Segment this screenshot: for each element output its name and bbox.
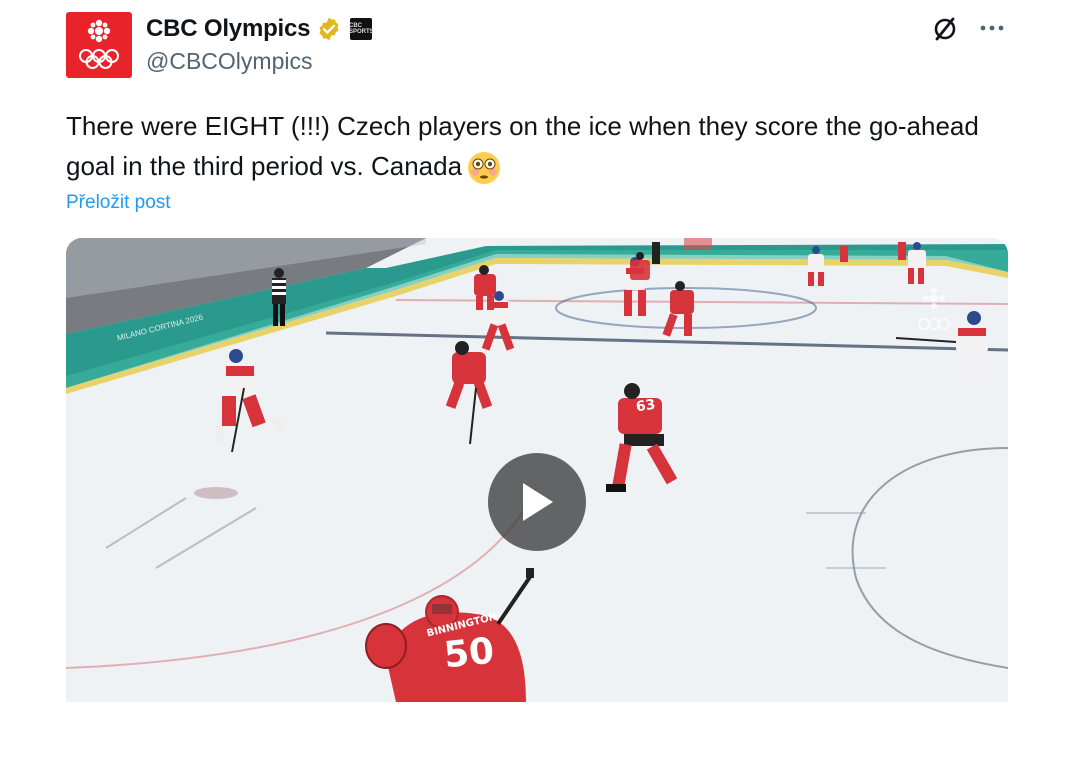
affiliate-badge-text: CBC SPORTS [348,23,374,35]
flushed-face-emoji-icon [468,152,501,185]
more-icon[interactable] [977,16,1007,40]
goalie-number-text: 50 [441,630,497,677]
verified-badge-icon[interactable] [316,16,342,42]
player-number-text: 63 [634,396,657,416]
play-button[interactable] [488,453,586,551]
tweet-body: There were EIGHT (!!!) Czech players on … [66,111,979,181]
play-icon [523,483,553,521]
affiliate-badge-icon[interactable]: CBC SPORTS [348,18,374,40]
cbc-watermark-icon [918,287,950,330]
author-handle[interactable]: @CBCOlympics [146,48,312,75]
author-display-name[interactable]: CBC Olympics [146,15,311,43]
translate-post-link[interactable]: Přeložit post [66,192,171,214]
grok-icon[interactable] [930,14,960,44]
cbc-olympic-rings-logo-icon [79,19,119,69]
author-avatar[interactable] [66,12,132,78]
video-player[interactable]: MILANO CORTINA 2026 BINNINGTON 50 63 [66,238,1008,702]
author-name-row: CBC Olympics CBC SPORTS [146,12,374,46]
tweet-text: There were EIGHT (!!!) Czech players on … [66,106,1006,186]
